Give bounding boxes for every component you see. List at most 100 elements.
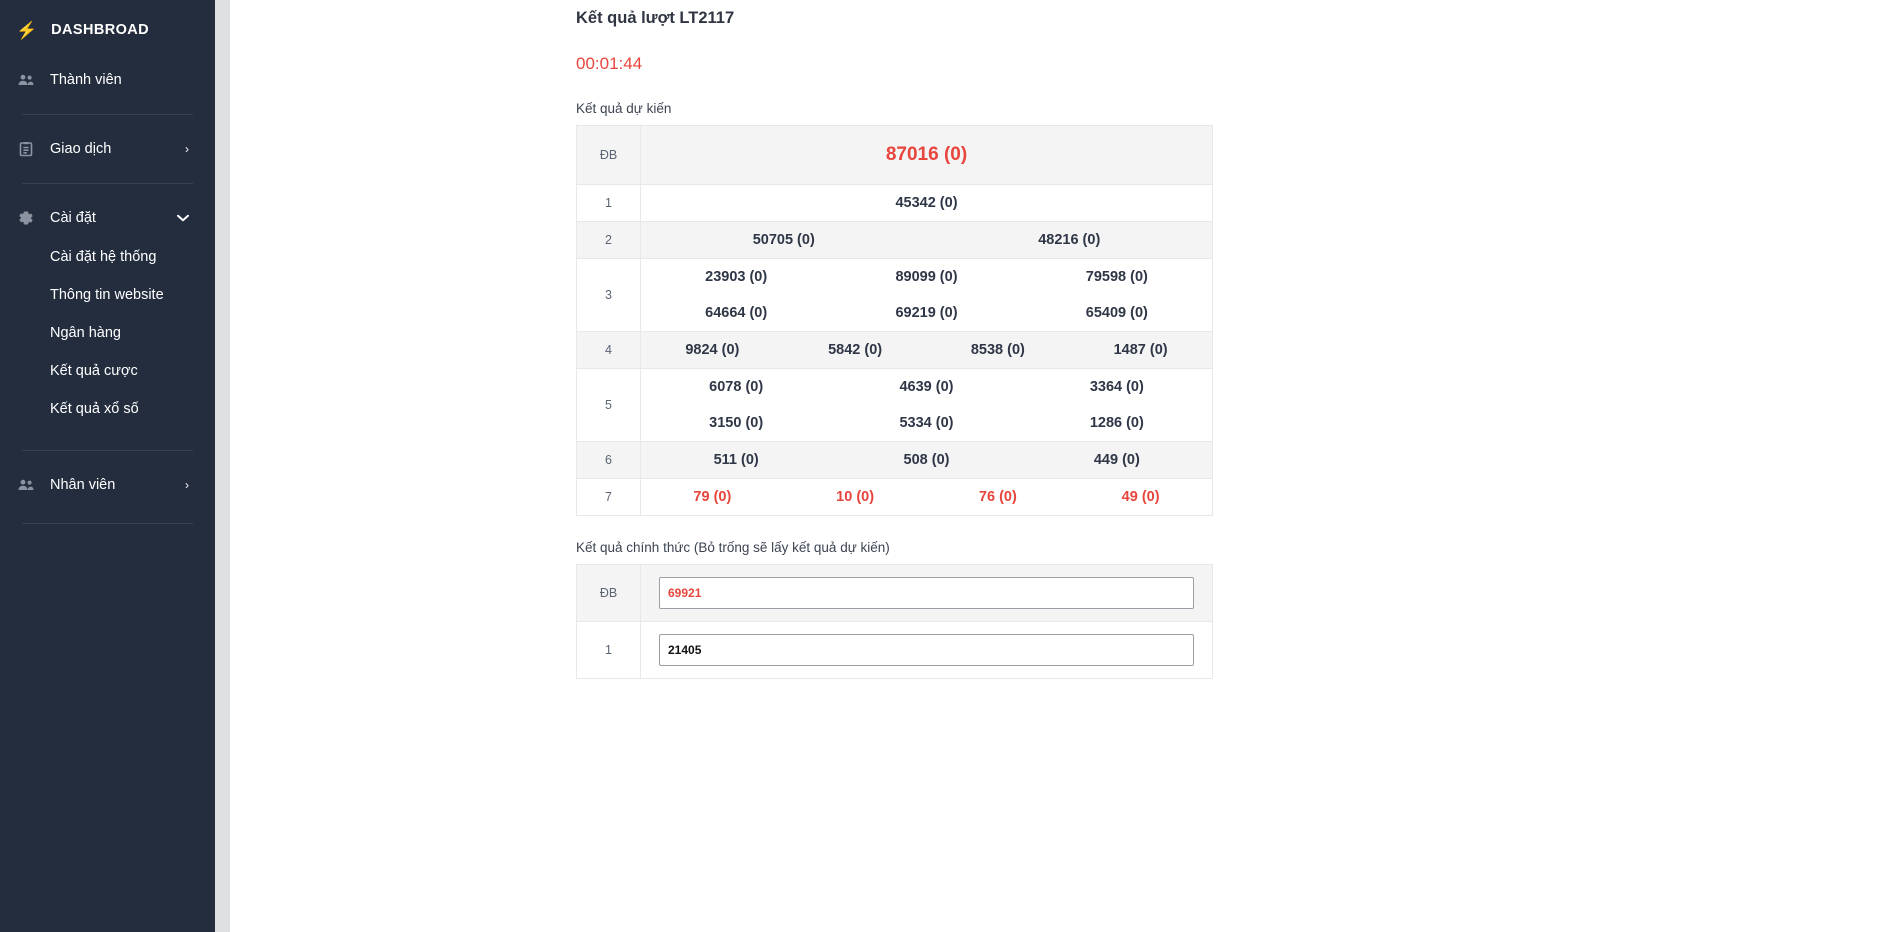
prize-value: 3150 (0) [641,405,831,441]
prize-value-row: 64664 (0)69219 (0)65409 (0) [641,295,1212,331]
prize-value: 45342 (0) [641,185,1212,221]
prize-value-row: 87016 (0) [641,126,1212,184]
chevron-down-icon [177,211,215,225]
sidebar-subitem-cai-dat-he-thong[interactable]: Cài đặt hệ thống [0,238,215,276]
prize-value: 3364 (0) [1022,369,1212,405]
prize-value-row: 45342 (0) [641,185,1212,221]
prize-values-cell: 511 (0)508 (0)449 (0) [641,442,1213,479]
prize-value-row: 9824 (0)5842 (0)8538 (0)1487 (0) [641,332,1212,368]
prize-value-row: 3150 (0)5334 (0)1286 (0) [641,405,1212,441]
sidebar-item-label: Nhân viên [50,477,171,493]
sidebar-subitem-label: Thông tin website [50,287,164,303]
brand-dashboard[interactable]: ⚡ DASHBROAD [0,0,215,60]
official-result-input[interactable] [659,577,1194,609]
official-result-input[interactable] [659,634,1194,666]
prize-value: 1286 (0) [1022,405,1212,441]
official-prize-index-cell: 1 [577,622,641,679]
prize-value: 8538 (0) [927,332,1070,368]
sidebar-subitem-thong-tin-website[interactable]: Thông tin website [0,276,215,314]
table-row: ĐB [577,565,1213,622]
users-icon [16,74,36,86]
sidebar-subitem-label: Kết quả xổ số [50,401,139,417]
prize-value: 79598 (0) [1022,259,1212,295]
chevron-right-icon: › [185,478,215,492]
official-input-cell [641,565,1213,622]
sidebar-item-label: Cài đặt [50,210,163,226]
prize-index-cell: 5 [577,369,641,442]
prize-value-row: 50705 (0)48216 (0) [641,222,1212,258]
prize-value: 49 (0) [1069,479,1212,515]
sidebar-item-label: Giao dịch [50,141,171,157]
official-results-table: ĐB1 [576,564,1213,679]
prize-value: 511 (0) [641,442,831,478]
prize-value: 6078 (0) [641,369,831,405]
table-row: 1 [577,622,1213,679]
prize-value-row: 6078 (0)4639 (0)3364 (0) [641,369,1212,405]
clipboard-icon [16,141,36,157]
prize-value: 89099 (0) [831,259,1021,295]
sidebar-subitem-label: Kết quả cược [50,363,138,379]
official-prize-index-cell: ĐB [577,565,641,622]
sidebar-subitem-label: Ngân hàng [50,325,121,341]
bolt-icon: ⚡ [16,22,37,39]
prize-value: 48216 (0) [927,222,1213,258]
prize-value: 79 (0) [641,479,784,515]
prize-index-cell: 1 [577,185,641,222]
sidebar-gap-strip [215,0,230,932]
table-row: 6511 (0)508 (0)449 (0) [577,442,1213,479]
prize-index-cell: 2 [577,222,641,259]
prize-value: 4639 (0) [831,369,1021,405]
table-row: 145342 (0) [577,185,1213,222]
main-content: Kết quả lượt LT2117 00:01:44 Kết quả dự … [230,0,1895,932]
prize-value: 65409 (0) [1022,295,1212,331]
sidebar-divider-2 [22,183,193,184]
table-row: 779 (0)10 (0)76 (0)49 (0) [577,479,1213,516]
chevron-right-icon: › [185,142,215,156]
app-root: ⚡ DASHBROAD Thành viên G [0,0,1895,932]
prize-value: 9824 (0) [641,332,784,368]
sidebar-item-thanh-vien[interactable]: Thành viên [0,60,215,100]
prize-value-row: 511 (0)508 (0)449 (0) [641,442,1212,478]
prize-value-row: 79 (0)10 (0)76 (0)49 (0) [641,479,1212,515]
sidebar-subitem-ket-qua-xo-so[interactable]: Kết quả xổ số [0,390,215,428]
prize-value: 449 (0) [1022,442,1212,478]
prize-value-row: 23903 (0)89099 (0)79598 (0) [641,259,1212,295]
prize-value: 76 (0) [927,479,1070,515]
countdown-timer: 00:01:44 [576,54,1895,74]
prize-index-cell: ĐB [577,126,641,185]
table-row: 49824 (0)5842 (0)8538 (0)1487 (0) [577,332,1213,369]
sidebar-subitem-ngan-hang[interactable]: Ngân hàng [0,314,215,352]
prize-value: 1487 (0) [1069,332,1212,368]
page-title: Kết quả lượt LT2117 [576,6,1895,28]
sidebar-subitem-ket-qua-cuoc[interactable]: Kết quả cược [0,352,215,390]
prize-values-cell: 9824 (0)5842 (0)8538 (0)1487 (0) [641,332,1213,369]
prize-index-cell: 6 [577,442,641,479]
sidebar-item-giao-dich[interactable]: Giao dịch › [0,129,215,169]
prize-value: 5334 (0) [831,405,1021,441]
prize-value: 69219 (0) [831,295,1021,331]
table-row: 56078 (0)4639 (0)3364 (0)3150 (0)5334 (0… [577,369,1213,442]
prize-index-cell: 7 [577,479,641,516]
prize-values-cell: 87016 (0) [641,126,1213,185]
brand-label: DASHBROAD [51,22,149,38]
users-icon [16,479,36,491]
prize-value: 50705 (0) [641,222,927,258]
prize-values-cell: 79 (0)10 (0)76 (0)49 (0) [641,479,1213,516]
gear-icon [16,210,36,226]
sidebar-item-label: Thành viên [50,72,215,88]
sidebar-divider-3 [22,450,193,451]
prize-value: 5842 (0) [784,332,927,368]
official-input-cell [641,622,1213,679]
predicted-results-label: Kết quả dự kiến [576,101,1895,116]
predicted-results-table: ĐB87016 (0)145342 (0)250705 (0)48216 (0)… [576,125,1213,516]
prize-values-cell: 23903 (0)89099 (0)79598 (0)64664 (0)6921… [641,259,1213,332]
prize-index-cell: 3 [577,259,641,332]
prize-values-cell: 50705 (0)48216 (0) [641,222,1213,259]
sidebar-item-nhan-vien[interactable]: Nhân viên › [0,465,215,505]
prize-value: 10 (0) [784,479,927,515]
table-row: 323903 (0)89099 (0)79598 (0)64664 (0)692… [577,259,1213,332]
sidebar-divider-1 [22,114,193,115]
sidebar-subitem-label: Cài đặt hệ thống [50,249,156,265]
prize-values-cell: 6078 (0)4639 (0)3364 (0)3150 (0)5334 (0)… [641,369,1213,442]
sidebar-item-cai-dat[interactable]: Cài đặt [0,198,215,238]
